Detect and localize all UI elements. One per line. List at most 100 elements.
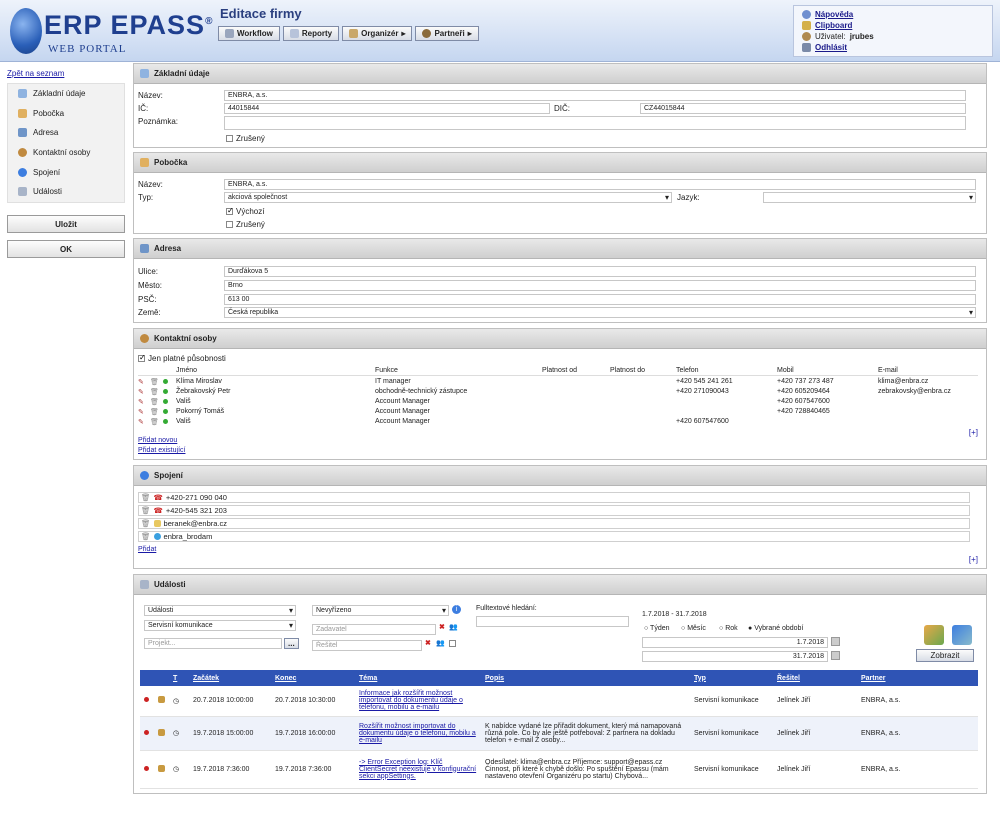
trash-icon[interactable]: 🗑 <box>141 519 151 528</box>
table-row[interactable]: ◷ 19.7.2018 15:00:00 19.7.2018 16:00:00 … <box>140 716 978 751</box>
trash-icon[interactable]: 🗑 <box>141 493 151 502</box>
col-start[interactable]: Začátek <box>189 670 271 686</box>
trash-icon[interactable]: 🗑 <box>141 506 151 515</box>
ic-input[interactable]: 44015844 <box>224 103 550 114</box>
map-icon[interactable] <box>924 625 944 645</box>
calendar-icon[interactable] <box>831 651 840 660</box>
table-row[interactable]: ◷ 20.7.2018 10:00:00 20.7.2018 10:30:00 … <box>140 686 978 717</box>
workflow-button[interactable]: Workflow <box>218 26 280 41</box>
sidebar-item-events[interactable]: Události <box>8 182 124 202</box>
radio-year[interactable]: ○ Rok <box>719 625 738 632</box>
trash-icon[interactable]: 🗑 <box>141 532 151 541</box>
connection-row[interactable]: 🗑 enbra_brodam <box>138 531 970 542</box>
edit-pencil-icon[interactable]: ✎ <box>138 388 144 396</box>
language-select[interactable] <box>763 192 976 203</box>
col-partner[interactable]: Partner <box>857 670 978 686</box>
reports-button[interactable]: Reporty <box>282 26 340 41</box>
sidebar-item-basic[interactable]: Základní údaje <box>8 84 124 104</box>
sidebar-item-label: Kontaktní osoby <box>33 148 91 158</box>
globe-map-icon[interactable] <box>952 625 972 645</box>
organizer-menu-button[interactable]: Organizér ▸ <box>342 26 413 41</box>
type-select[interactable]: akciová společnost <box>224 192 672 203</box>
connection-row[interactable]: 🗑 ☎ +420-545 321 203 <box>138 505 970 516</box>
sidebar-item-connections[interactable]: Spojení <box>8 162 124 182</box>
country-select[interactable]: Česká republika <box>224 307 976 318</box>
event-topic-link[interactable]: -> Error Exception log: Klíč ClientSecre… <box>359 759 476 780</box>
trash-icon[interactable]: 🗑 <box>150 408 159 416</box>
contacts-expand-button[interactable]: [+] <box>969 428 978 437</box>
connection-row[interactable]: 🗑 beranek@enbra.cz <box>138 518 970 529</box>
partners-menu-button[interactable]: Partneři ▸ <box>415 26 479 41</box>
back-to-list-link[interactable]: Zpět na seznam <box>7 69 64 78</box>
status-select[interactable]: Nevyřízeno <box>312 605 449 616</box>
street-input[interactable]: Durďákova 5 <box>224 266 976 277</box>
sidebar-item-address[interactable]: Adresa <box>8 123 124 143</box>
event-topic-link[interactable]: Rozšířit možnost importovat do dokumentu… <box>359 723 476 744</box>
zip-input[interactable]: 613 00 <box>224 294 976 305</box>
clipboard-link[interactable]: Clipboard <box>815 21 852 30</box>
cancelled-checkbox[interactable]: Zrušený <box>226 134 265 143</box>
chevron-right-icon: ▸ <box>401 29 406 38</box>
solver-checkbox[interactable] <box>449 640 459 647</box>
edit-pencil-icon[interactable]: ✎ <box>138 378 144 386</box>
calendar-icon[interactable] <box>831 637 840 646</box>
trash-icon[interactable]: 🗑 <box>150 418 159 426</box>
clear-icon[interactable]: ✖ <box>425 639 431 647</box>
col-phone: Telefon <box>676 367 699 374</box>
default-checkbox[interactable]: Výchozí <box>226 206 264 216</box>
event-description <box>481 686 690 717</box>
person-select-icon[interactable]: 👥 <box>449 623 458 631</box>
fulltext-input[interactable] <box>476 616 629 627</box>
add-connection-link[interactable]: Přidat <box>138 546 156 553</box>
sidebar-item-contacts[interactable]: Kontaktní osoby <box>8 143 124 163</box>
table-row[interactable]: ◷ 19.7.2018 7:36:00 19.7.2018 7:36:00 ->… <box>140 750 978 789</box>
clear-icon[interactable]: ✖ <box>439 623 445 631</box>
col-description[interactable]: Popis <box>481 670 690 686</box>
company-name-input[interactable]: ENBRA, a.s. <box>224 90 966 101</box>
date-from-input[interactable]: 1.7.2018 <box>642 637 828 648</box>
radio-week[interactable]: ○ Týden <box>644 625 670 632</box>
branch-cancelled-checkbox[interactable]: Zrušený <box>226 220 265 229</box>
col-solver[interactable]: Řešitel <box>773 670 857 686</box>
trash-icon[interactable]: 🗑 <box>150 378 159 386</box>
category-select[interactable]: Servisní komunikace <box>144 620 296 631</box>
trash-icon[interactable]: 🗑 <box>150 388 159 396</box>
save-button[interactable]: Uložit <box>7 215 125 233</box>
ok-button[interactable]: OK <box>7 240 125 258</box>
branch-name-input[interactable]: ENBRA, a.s. <box>224 179 976 190</box>
logout-link[interactable]: Odhlásit <box>815 43 847 52</box>
edit-pencil-icon[interactable]: ✎ <box>138 418 144 426</box>
show-button[interactable]: Zobrazit <box>916 649 974 662</box>
dic-input[interactable]: CZ44015844 <box>640 103 966 114</box>
only-valid-checkbox[interactable]: Jen platné působnosti <box>138 353 226 363</box>
add-new-contact-link[interactable]: Přidat novou <box>138 437 177 444</box>
sidebar-item-branch[interactable]: Pobočka <box>8 104 124 124</box>
add-existing-contact-link[interactable]: Přidat existující <box>138 447 185 454</box>
edit-pencil-icon[interactable]: ✎ <box>138 408 144 416</box>
radio-custom-period[interactable]: ● Vybrané období <box>748 625 803 632</box>
radio-month[interactable]: ○ Měsíc <box>681 625 706 632</box>
project-picker-button[interactable]: ... <box>284 638 299 649</box>
col-topic[interactable]: Téma <box>355 670 481 686</box>
trash-icon[interactable]: 🗑 <box>150 398 159 406</box>
event-type-select[interactable]: Události <box>144 605 296 616</box>
person-select-icon[interactable]: 👥 <box>436 639 445 647</box>
connections-expand-button[interactable]: [+] <box>969 555 978 564</box>
col-end[interactable]: Konec <box>271 670 355 686</box>
city-input[interactable]: Brno <box>224 280 976 291</box>
app-header: ERP EPASS® WEB PORTAL Editace firmy Work… <box>0 0 1000 62</box>
col-type[interactable]: Typ <box>690 670 773 686</box>
note-textarea[interactable] <box>224 116 966 130</box>
event-topic-link[interactable]: Informace jak rozšířit možnost importova… <box>359 690 463 711</box>
event-category-icon <box>158 696 165 704</box>
info-icon[interactable]: i <box>452 605 461 614</box>
solver-input[interactable]: Řešitel <box>312 640 422 651</box>
country-label: Země: <box>138 308 161 317</box>
date-to-input[interactable]: 31.7.2018 <box>642 651 828 662</box>
assigner-input[interactable]: Zadavatel <box>312 624 436 635</box>
edit-pencil-icon[interactable]: ✎ <box>138 398 144 406</box>
project-input[interactable]: Projekt... <box>144 638 282 649</box>
connection-row[interactable]: 🗑 ☎ +420-271 090 040 <box>138 492 970 503</box>
col-t[interactable]: T <box>169 670 189 686</box>
help-link[interactable]: Nápověda <box>815 10 853 19</box>
